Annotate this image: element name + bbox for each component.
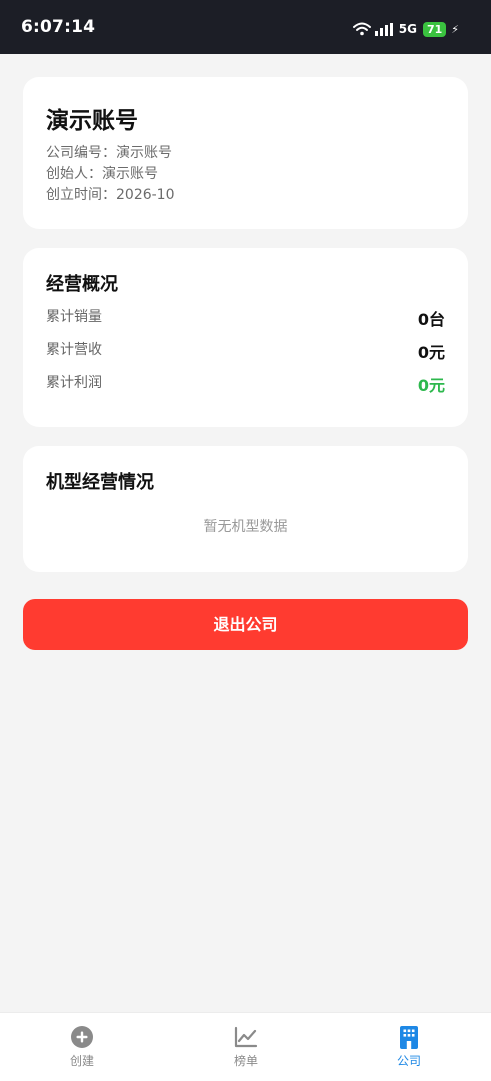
network-type: 5G	[398, 22, 417, 36]
tab-label-company: 公司	[396, 1054, 421, 1068]
model-performance-card: 机型经营情况 暂无机型数据	[23, 446, 468, 572]
tab-create[interactable]: 创建	[22, 1025, 142, 1069]
tab-company[interactable]: 公司	[349, 1025, 469, 1069]
company-name: 演示账号	[46, 108, 138, 134]
empty-state-text: 暂无机型数据	[203, 519, 288, 535]
company-code: 公司编号：演示账号	[46, 145, 172, 161]
stat-label: 累计营收	[46, 342, 102, 358]
signal-icon	[374, 22, 394, 36]
status-time: 6:07:14	[21, 17, 96, 37]
company-profile-card: 演示账号 公司编号：演示账号 创始人：演示账号 创立时间：2026-10	[23, 77, 468, 229]
tab-rank[interactable]: 榜单	[186, 1025, 306, 1069]
company-founded-date: 创立时间：2026-10	[46, 187, 175, 203]
stat-row-sales: 累计销量 0台	[46, 306, 445, 329]
stat-value-revenue: 0元	[417, 343, 445, 362]
business-overview-card: 经营概况 累计销量 0台 累计营收 0元 累计利润 0元	[23, 248, 468, 427]
charging-icon: ⚡	[451, 22, 459, 36]
status-bar: 6:07:14 5G 71 ⚡	[0, 0, 491, 54]
models-title: 机型经营情况	[46, 472, 154, 493]
tab-label-create: 创建	[69, 1054, 94, 1068]
battery-level: 71	[422, 21, 447, 37]
tab-label-rank: 榜单	[233, 1054, 258, 1068]
company-founder: 创始人：演示账号	[46, 166, 158, 182]
stat-value-sales: 0台	[417, 310, 445, 329]
stat-label: 累计销量	[46, 309, 102, 325]
status-indicators: 5G 71 ⚡	[352, 20, 459, 38]
building-icon	[397, 1025, 421, 1049]
wifi-icon	[352, 22, 371, 36]
stat-row-profit: 累计利润 0元	[46, 372, 445, 395]
exit-company-button[interactable]: 退出公司	[23, 599, 468, 650]
overview-title: 经营概况	[46, 274, 118, 295]
plus-circle-icon	[70, 1025, 94, 1049]
trend-chart-icon	[234, 1025, 258, 1049]
stat-label: 累计利润	[46, 375, 102, 391]
stat-row-revenue: 累计营收 0元	[46, 339, 445, 362]
bottom-tab-bar: 创建 榜单 公司	[0, 1012, 491, 1081]
stat-value-profit: 0元	[417, 376, 445, 395]
